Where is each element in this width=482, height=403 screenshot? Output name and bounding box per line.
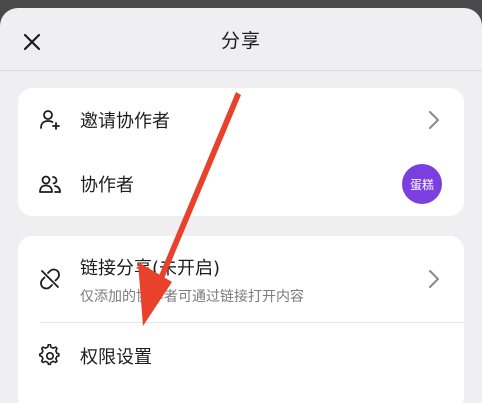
people-icon [38,172,62,196]
avatar[interactable]: 蛋糕 [402,164,442,204]
chevron-right-icon [426,109,442,131]
permission-settings-row[interactable]: 权限设置 [18,323,464,389]
person-add-icon [38,108,62,132]
chevron-right-icon [426,268,442,290]
invite-collaborators-row[interactable]: 邀请协作者 [18,88,464,152]
collaborators-label: 协作者 [80,175,134,196]
link-share-label: 链接分享(未开启) [80,258,221,279]
share-sheet: 分享 邀请协作者 协作者 蛋糕 链接分享(未开启) 仅添加的协作者可通过链接打开… [0,8,482,403]
collaborators-card: 邀请协作者 协作者 蛋糕 [18,88,464,216]
top-bar: 分享 [0,8,482,70]
collaborators-row[interactable]: 协作者 蛋糕 [18,152,464,216]
link-share-sublabel: 仅添加的协作者可通过链接打开内容 [80,289,304,305]
link-off-icon [38,267,62,291]
share-settings-card: 链接分享(未开启) 仅添加的协作者可通过链接打开内容 权限设置 [18,236,464,403]
gear-icon [38,344,62,368]
link-share-row[interactable]: 链接分享(未开启) 仅添加的协作者可通过链接打开内容 [18,236,464,322]
page-title: 分享 [220,30,261,52]
header-divider [0,70,482,71]
permission-settings-label: 权限设置 [80,347,152,368]
invite-collaborators-label: 邀请协作者 [80,111,170,132]
